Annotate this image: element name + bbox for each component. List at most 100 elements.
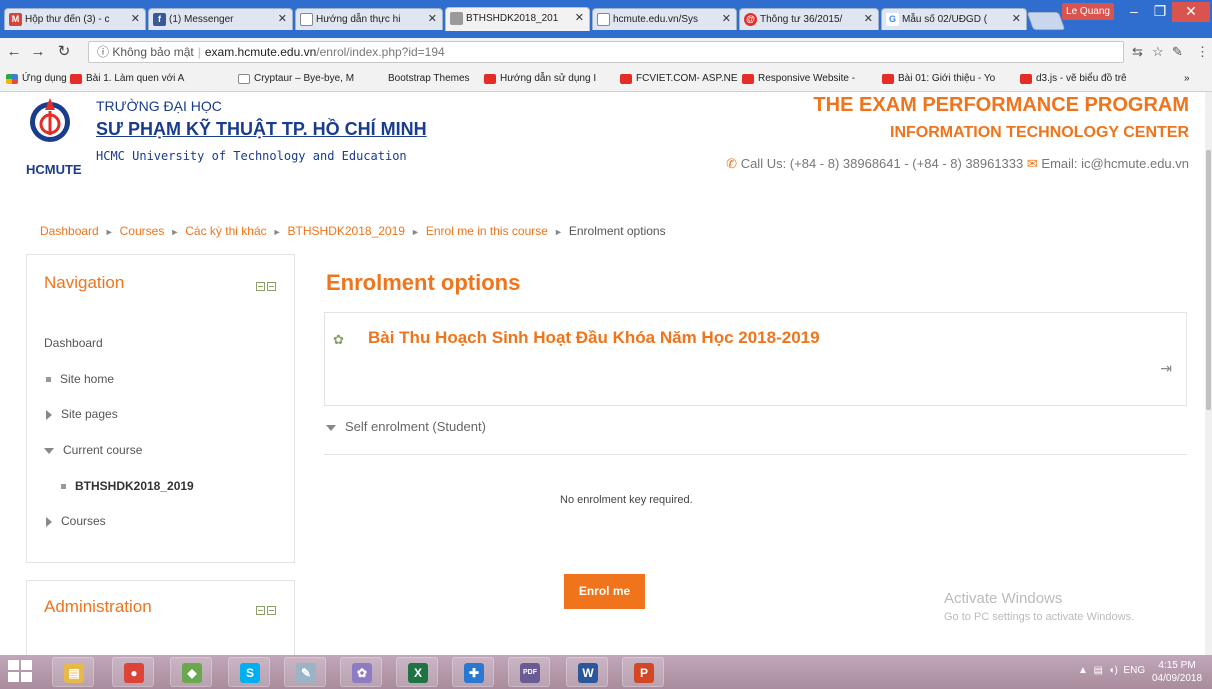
breadcrumb-dashboard[interactable]: Dashboard bbox=[40, 224, 99, 238]
taskbar-app-button[interactable]: ◆ bbox=[170, 657, 212, 687]
nav-site-pages[interactable]: Site pages bbox=[46, 407, 118, 421]
gmail-icon: M bbox=[9, 13, 22, 26]
divider bbox=[324, 454, 1187, 455]
collapse-arrow-icon bbox=[326, 424, 336, 431]
breadcrumb-course[interactable]: BTHSHDK2018_2019 bbox=[288, 224, 405, 238]
enrol-me-button[interactable]: Enrol me bbox=[564, 574, 645, 609]
forward-icon[interactable]: → bbox=[28, 42, 48, 62]
tab-label: Mẫu số 02/UĐGD ( bbox=[902, 14, 988, 25]
minimize-icon[interactable]: – bbox=[1120, 2, 1148, 22]
contact-info: ✆ Call Us: (+84 - 8) 38968641 - (+84 - 8… bbox=[726, 156, 1189, 172]
bookmark-label: Responsive Website - bbox=[758, 73, 856, 84]
breadcrumb-enrol[interactable]: Enrol me in this course bbox=[426, 224, 548, 238]
tab-gmail[interactable]: M Hộp thư đến (3) - c ✕ bbox=[4, 8, 146, 30]
taskbar-app-button[interactable]: PDF bbox=[508, 657, 550, 687]
course-name[interactable]: Bài Thu Hoạch Sinh Hoạt Đầu Khóa Năm Học… bbox=[368, 328, 820, 348]
nav-current-course[interactable]: Current course bbox=[44, 443, 142, 457]
start-pane bbox=[8, 660, 19, 670]
bookmark-item[interactable]: d3.js - vẽ biểu đồ trê bbox=[1020, 71, 1127, 87]
volume-icon[interactable]: ◖) bbox=[1108, 665, 1117, 676]
bookmark-apps[interactable]: Ứng dụng bbox=[6, 71, 67, 87]
university-line1: TRƯỜNG ĐẠI HỌC bbox=[96, 98, 222, 114]
extension-icon[interactable]: ✎ bbox=[1172, 44, 1183, 60]
collapse-icon[interactable] bbox=[256, 282, 265, 291]
address-bar-row: ← → ↻ ⓘ Không bảo mật | exam.hcmute.edu.vn… bbox=[0, 38, 1212, 66]
close-icon[interactable]: ✕ bbox=[131, 9, 140, 30]
administration-block: Administration bbox=[26, 580, 295, 655]
taskbar-app-button[interactable]: S bbox=[228, 657, 270, 687]
back-icon[interactable]: ← bbox=[4, 42, 24, 62]
system-tray[interactable]: ▲ ▤ ◖) ENG bbox=[1078, 665, 1145, 676]
bookmark-label: Bootstrap Themes bbox=[388, 73, 470, 84]
nav-course-code[interactable]: BTHSHDK2018_2019 bbox=[61, 479, 194, 493]
dock-icon[interactable] bbox=[267, 606, 276, 615]
profile-button[interactable]: Le Quang bbox=[1062, 3, 1114, 20]
bookmark-star-icon[interactable]: ☆ bbox=[1152, 44, 1164, 60]
bookmark-item[interactable]: Responsive Website - bbox=[742, 71, 855, 87]
taskbar-app-button[interactable]: P bbox=[622, 657, 664, 687]
bookmark-label: d3.js - vẽ biểu đồ trê bbox=[1036, 73, 1127, 84]
taskbar-app-button[interactable]: ✿ bbox=[340, 657, 382, 687]
self-enrolment-section[interactable]: Self enrolment (Student) bbox=[326, 419, 486, 434]
bookmark-item[interactable]: Bài 1. Làm quen với A bbox=[70, 71, 184, 87]
close-icon[interactable]: ✕ bbox=[428, 9, 437, 30]
windows-taskbar: ▤ ● ◆ S ✎ ✿ X ✚ PDF W P ▲ ▤ ◖) ENG 4:15 PM 04/09/2… bbox=[0, 655, 1212, 689]
bookmark-item[interactable]: FCVIET.COM- ASP.NE bbox=[620, 71, 738, 87]
tab-thong-tu[interactable]: @ Thông tư 36/2015/ ✕ bbox=[739, 8, 879, 30]
close-icon[interactable]: ✕ bbox=[722, 9, 731, 30]
translate-icon[interactable]: ⇆ bbox=[1132, 44, 1143, 60]
nav-label: Current course bbox=[63, 443, 143, 457]
reload-icon[interactable]: ↻ bbox=[54, 42, 74, 62]
taskbar-app-button[interactable]: X bbox=[396, 657, 438, 687]
tab-huong-dan[interactable]: Hướng dẫn thực hi ✕ bbox=[295, 8, 443, 30]
breadcrumb-other-exams[interactable]: Các kỳ thi khác bbox=[185, 224, 266, 238]
scrollbar-thumb[interactable] bbox=[1206, 150, 1211, 410]
bookmark-item[interactable]: Bootstrap Themes bbox=[372, 71, 470, 87]
expand-icon bbox=[46, 409, 52, 420]
url-bar[interactable]: ⓘ Không bảo mật | exam.hcmute.edu.vn/enrol… bbox=[88, 41, 1124, 63]
bookmark-item[interactable]: Hướng dẫn sử dụng I bbox=[484, 71, 596, 87]
block-controls[interactable] bbox=[256, 604, 278, 615]
paint-icon: ✎ bbox=[296, 663, 316, 683]
close-icon[interactable]: ✕ bbox=[575, 8, 584, 29]
nav-courses[interactable]: Courses bbox=[46, 514, 106, 528]
tray-up-icon[interactable]: ▲ bbox=[1078, 665, 1088, 676]
close-icon[interactable]: ✕ bbox=[864, 9, 873, 30]
network-icon[interactable]: ▤ bbox=[1093, 665, 1102, 676]
taskbar-app-button[interactable]: ✎ bbox=[284, 657, 326, 687]
language-indicator[interactable]: ENG bbox=[1123, 665, 1145, 676]
close-icon[interactable]: ✕ bbox=[1012, 9, 1021, 30]
start-icon[interactable] bbox=[8, 660, 34, 684]
menu-icon[interactable]: ⋮ bbox=[1196, 44, 1209, 60]
restore-icon[interactable]: ❐ bbox=[1146, 2, 1174, 22]
breadcrumb-current: Enrolment options bbox=[568, 224, 666, 238]
taskbar-app-button[interactable]: ✚ bbox=[452, 657, 494, 687]
block-controls[interactable] bbox=[256, 280, 278, 291]
tab-messenger[interactable]: f (1) Messenger ✕ bbox=[148, 8, 293, 30]
close-icon[interactable]: ✕ bbox=[278, 9, 287, 30]
tab-hcmute-sys[interactable]: hcmute.edu.vn/Sys ✕ bbox=[592, 8, 737, 30]
university-logo[interactable] bbox=[28, 94, 72, 154]
taskbar-app-button[interactable]: W bbox=[566, 657, 608, 687]
tab-bthshdk[interactable]: BTHSHDK2018_201 ✕ bbox=[445, 7, 590, 31]
taskbar-app-button[interactable]: ▤ bbox=[52, 657, 94, 687]
new-tab-button[interactable] bbox=[1026, 12, 1066, 30]
nav-site-home[interactable]: Site home bbox=[46, 372, 114, 386]
window-close-icon[interactable]: ✕ bbox=[1172, 2, 1210, 22]
nav-dashboard[interactable]: Dashboard bbox=[44, 336, 103, 350]
bookmarks-more-button[interactable]: » bbox=[1184, 71, 1190, 87]
taskbar-app-button[interactable]: ● bbox=[112, 657, 154, 687]
phone-text: Call Us: (+84 - 8) 38968641 - (+84 - 8) … bbox=[740, 156, 1024, 171]
breadcrumb-courses[interactable]: Courses bbox=[120, 224, 165, 238]
collapse-icon[interactable] bbox=[256, 606, 265, 615]
youtube-icon bbox=[1020, 74, 1032, 84]
navigation-title: Navigation bbox=[44, 273, 125, 292]
tab-mau-so[interactable]: G Mẫu số 02/UĐGD ( ✕ bbox=[881, 8, 1027, 30]
bookmark-item[interactable]: Cryptaur – Bye-bye, M bbox=[238, 71, 354, 87]
security-indicator[interactable]: ⓘ Không bảo mật bbox=[97, 45, 194, 59]
bookmark-item[interactable]: Bài 01: Giới thiệu - Yo bbox=[882, 71, 995, 87]
tab-label: Hộp thư đến (3) - c bbox=[25, 14, 110, 25]
dock-icon[interactable] bbox=[267, 282, 276, 291]
clock[interactable]: 4:15 PM 04/09/2018 bbox=[1152, 659, 1202, 685]
university-name[interactable]: SƯ PHẠM KỸ THUẬT TP. HỒ CHÍ MINH bbox=[96, 119, 427, 140]
